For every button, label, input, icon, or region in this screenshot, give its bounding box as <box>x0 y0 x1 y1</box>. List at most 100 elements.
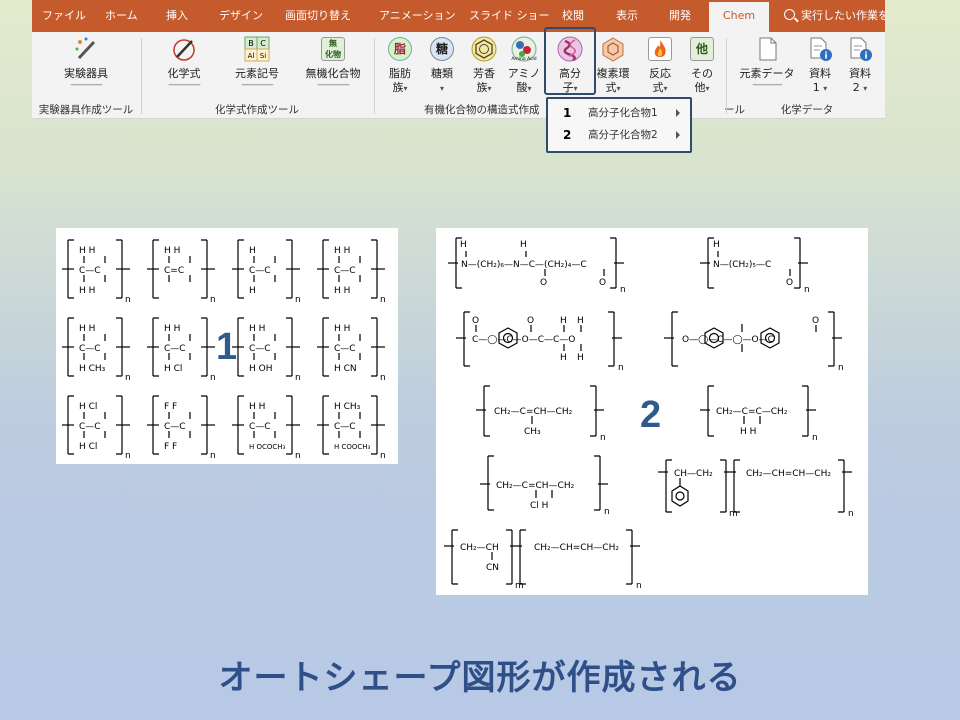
reaction-label-1: 反応 <box>649 67 671 80</box>
inorganic-compound-icon: 無 化物 <box>320 36 346 62</box>
magic-wand-icon <box>73 36 99 62</box>
repeat-unit-bottom: H H <box>334 286 350 296</box>
fatty-label-2: 族 <box>392 81 404 94</box>
sbr-styrene-unit: CH—CH₂ <box>674 469 713 479</box>
pc-formula: O—◯—C—◯—O—C <box>682 335 774 345</box>
group-separator <box>141 38 142 114</box>
element-data-label: 元素データ <box>739 67 795 80</box>
material2-label-1: 資料 <box>849 67 871 80</box>
atom-o: O <box>599 278 606 288</box>
amino-acid-button[interactable]: Amino Acid アミノ 酸▾ <box>506 36 542 96</box>
info-document-icon: i <box>807 36 833 62</box>
tab-developer[interactable]: 開発 <box>669 0 691 32</box>
tell-me-text: 実行したい作業を <box>801 9 885 22</box>
subscript-n: n <box>210 295 216 305</box>
tab-transitions[interactable]: 画面切り替え <box>285 0 351 32</box>
amino-acid-icon: Amino Acid <box>511 36 537 62</box>
apparatus-button[interactable]: 実験器具 -------------- <box>54 36 118 90</box>
element-symbol-button[interactable]: B C Al Si 元素記号 -------------- <box>225 36 289 90</box>
element-symbol-label: 元素記号 <box>235 67 279 80</box>
search-icon <box>784 9 795 20</box>
subscript-n: n <box>812 433 818 443</box>
amino-glyph: Amino Acid <box>511 56 536 62</box>
ribbon-tab-bar: ファイル ホーム 挿入 デザイン 画面切り替え アニメーション スライド ショー… <box>32 0 885 32</box>
inorganic-label: 無機化合物 <box>305 67 361 80</box>
tab-view[interactable]: 表示 <box>616 0 638 32</box>
subscript-n: n <box>210 373 216 383</box>
subscript-n: n <box>620 285 626 295</box>
other-label-1: その <box>691 67 713 80</box>
tab-animations[interactable]: アニメーション <box>379 0 456 32</box>
chloroprene-substituent: Cl H <box>530 501 548 511</box>
group-formula-label: 化学式作成ツール <box>215 104 299 116</box>
tab-design[interactable]: デザイン <box>219 0 263 32</box>
atom-h: H <box>460 240 467 250</box>
aromatic-button[interactable]: 芳香 族▾ <box>466 36 502 96</box>
repeat-unit-bottom: H CH₃ <box>79 364 106 374</box>
heterocycle-button[interactable]: 複素環 式▾ <box>592 36 634 96</box>
group-separator <box>726 38 727 114</box>
heterocycle-label-1: 複素環 <box>596 67 630 80</box>
menu-item-polymer2[interactable]: 2 高分子化合物2 <box>548 124 689 146</box>
element-data-button[interactable]: 元素データ ------------- <box>734 36 800 90</box>
reaction-button[interactable]: 反応 式▾ <box>642 36 678 96</box>
repeat-unit-top: H H <box>79 324 95 334</box>
material1-button[interactable]: i 資料 1 ▾ <box>804 36 836 96</box>
group-apparatus-label: 実験器具作成ツール <box>38 104 134 116</box>
repeat-unit-top: H H <box>79 246 95 256</box>
sugar-icon: 糖 <box>429 36 455 62</box>
subscript-n: n <box>380 295 386 305</box>
subscript-n: n <box>618 363 624 373</box>
material1-label-2: 1 <box>812 81 820 94</box>
repeat-unit-bottom: F F <box>164 442 177 452</box>
repeat-unit-backbone: C—C <box>164 344 186 354</box>
pen-icon <box>171 36 197 62</box>
element-glyph-al: Al <box>248 52 255 60</box>
repeat-unit-backbone: C=C <box>164 266 184 276</box>
chemical-formula-button[interactable]: 化学式 -------------- <box>152 36 216 90</box>
menu-item-label: 高分子化合物1 <box>588 107 658 119</box>
repeat-unit-top: H <box>249 246 256 256</box>
menu-item-polymer1[interactable]: 1 高分子化合物1 <box>548 102 689 124</box>
fatty-compound-icon: 脂 <box>387 36 413 62</box>
heterocycle-label-2: 式 <box>605 81 617 94</box>
atom-h: H <box>520 240 527 250</box>
repeat-unit-bottom: H Cl <box>79 442 97 452</box>
subscript-n: n <box>600 433 606 443</box>
subscript-n: n <box>380 451 386 461</box>
aromatic-label-1: 芳香 <box>473 67 495 80</box>
tell-me-search[interactable]: 実行したい作業を <box>784 0 885 32</box>
repeat-unit-top: H CH₃ <box>334 402 361 412</box>
nbr-acrylonitrile-unit: CH₂—CH <box>460 543 499 553</box>
repeat-unit-backbone: C—C <box>249 266 271 276</box>
material2-button[interactable]: i 資料 2 ▾ <box>844 36 876 96</box>
marker-number-1: 1 <box>216 326 238 368</box>
menu-item-label: 高分子化合物2 <box>588 129 658 141</box>
fatty-button[interactable]: 脂 脂肪 族▾ <box>382 36 418 96</box>
nylon66-formula: N—(CH₂)₆—N—C—(CH₂)₄—C <box>461 260 587 270</box>
repeat-unit-bottom: H OH <box>249 364 272 374</box>
repeat-unit-backbone: C—C <box>79 344 101 354</box>
tab-chem[interactable]: Chem <box>709 2 769 32</box>
flame-icon <box>647 36 673 62</box>
tab-slideshow[interactable]: スライド ショー <box>469 0 550 32</box>
other-button[interactable]: 他 その 他▾ <box>684 36 720 96</box>
amino-label-1: アミノ <box>507 67 541 80</box>
other-label-2: 他 <box>694 81 706 94</box>
atom-h: H <box>560 353 567 363</box>
tab-home[interactable]: ホーム <box>105 0 138 32</box>
repeat-unit-bottom: H Cl <box>164 364 182 374</box>
submenu-arrow-icon <box>676 131 680 139</box>
inorganic-button[interactable]: 無 化物 無機化合物 -------------- <box>298 36 368 90</box>
repeat-unit-backbone: C—C <box>249 422 271 432</box>
tab-file[interactable]: ファイル <box>42 0 86 32</box>
reaction-label-2: 式 <box>652 81 664 94</box>
periodic-table-icon: B C Al Si <box>244 36 270 62</box>
document-icon <box>754 36 780 62</box>
atom-o: O <box>472 316 479 326</box>
other-icon: 他 <box>689 36 715 62</box>
isoprene-substituent: CH₃ <box>524 427 541 437</box>
sugar-button[interactable]: 糖 糖類 ▾ <box>424 36 460 96</box>
tab-insert[interactable]: 挿入 <box>166 0 188 32</box>
subscript-n: n <box>848 509 854 519</box>
